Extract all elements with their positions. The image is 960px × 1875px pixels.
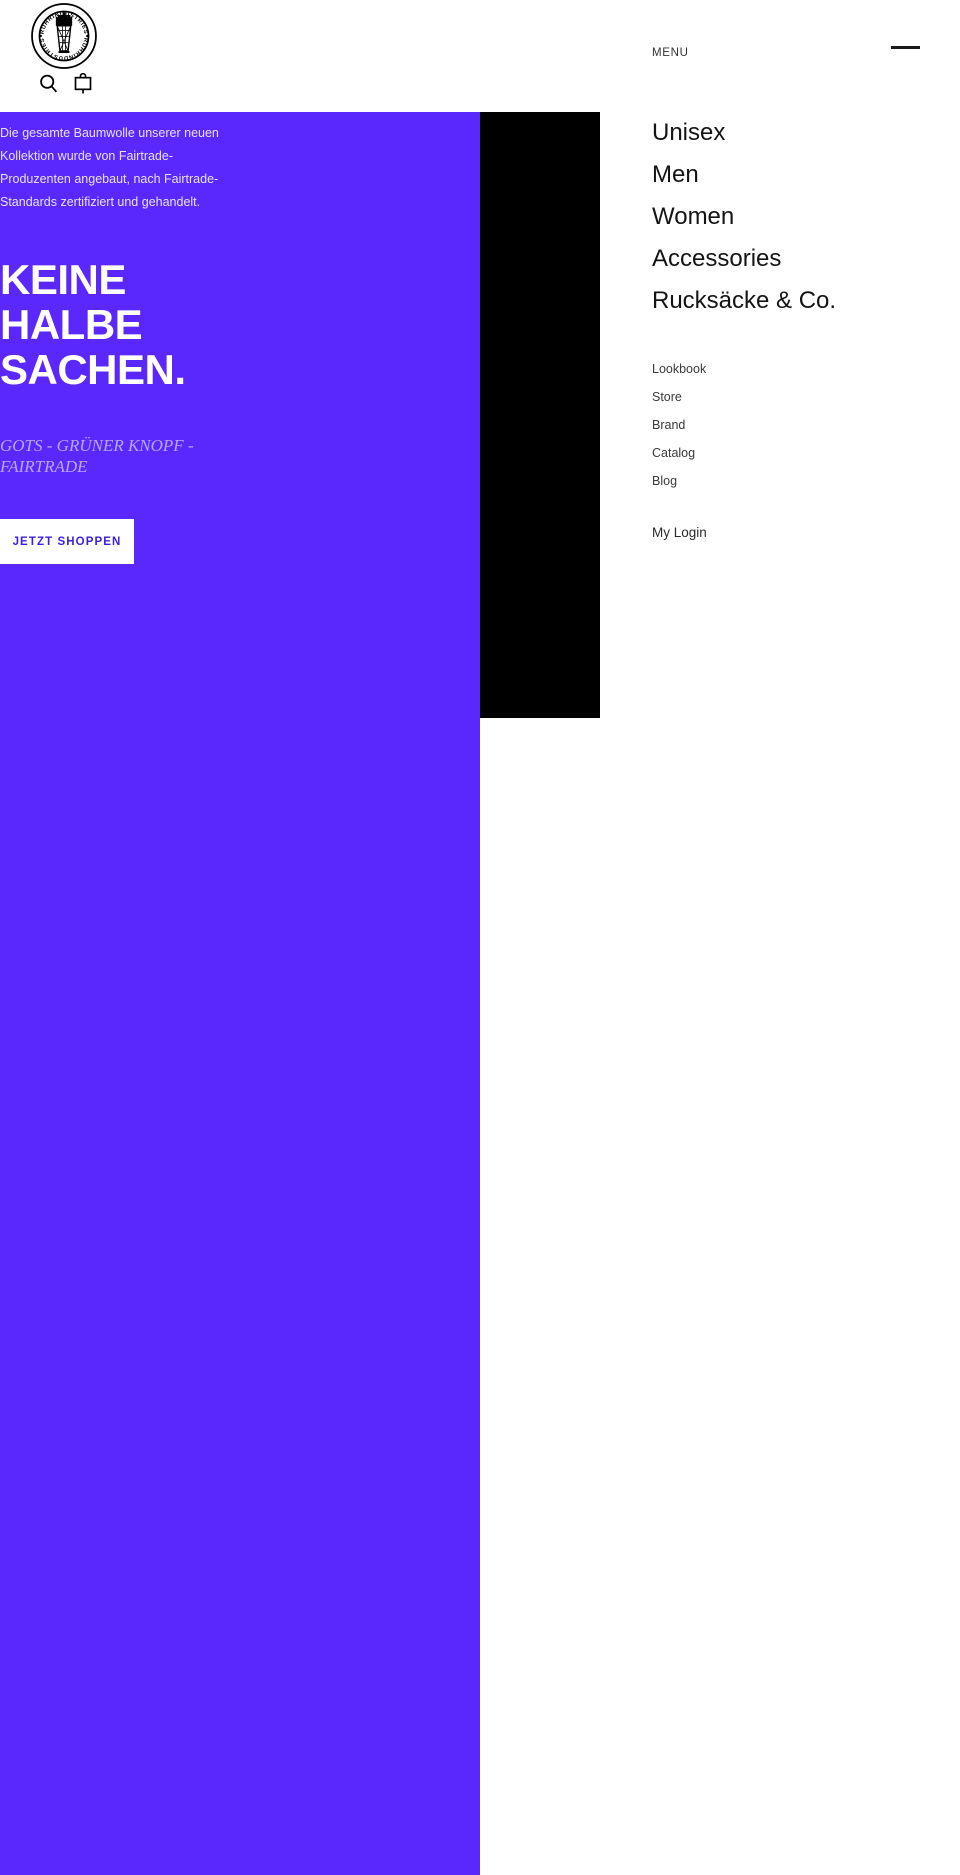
hero-black-panel [480,112,600,718]
site-header: RUHRINDUSTRIES RUHRINDUSTRIES MENU [0,0,960,112]
nav-item-rucksaecke[interactable]: Rucksäcke & Co. [652,280,836,322]
nav-primary-group: Unisex Men Women Accessories Rucksäcke &… [652,112,836,322]
hero-headline: KEINE HALBE SACHEN. [0,255,480,394]
menu-toggle-button[interactable] [891,38,921,58]
shop-now-button[interactable]: JETZT SHOPPEN [0,519,134,565]
nav-item-catalog[interactable]: Catalog [652,439,706,467]
nav-item-my-login[interactable]: My Login [652,522,707,544]
hero-intro-text: Die gesamte Baumwolle unserer neuen Koll… [0,126,219,210]
menu-close-line-icon [891,46,920,49]
nav-item-accessories[interactable]: Accessories [652,238,836,280]
main-navigation-panel: Unisex Men Women Accessories Rucksäcke &… [600,112,960,1875]
search-icon[interactable] [38,73,59,94]
nav-item-men[interactable]: Men [652,154,836,196]
nav-item-blog[interactable]: Blog [652,467,706,495]
hero-tagline: GOTS - GRÜNER KNOPF - FAIRTRADE [0,435,194,476]
hero-headline-line-3: SACHEN. [0,346,186,394]
nav-item-store[interactable]: Store [652,383,706,411]
hero-content: Die gesamte Baumwolle unserer neuen Koll… [0,112,480,565]
page-root: RUHRINDUSTRIES RUHRINDUSTRIES MENU Die g… [0,0,960,1875]
header-utility-icons [38,72,93,95]
ruhrindustries-logo-icon: RUHRINDUSTRIES RUHRINDUSTRIES [31,3,97,69]
hero-headline-line-2: HALBE [0,300,143,348]
nav-item-brand[interactable]: Brand [652,411,706,439]
nav-account-group: My Login [652,522,707,544]
nav-item-lookbook[interactable]: Lookbook [652,355,706,383]
menu-label: MENU [652,47,689,59]
brand-logo-link[interactable]: RUHRINDUSTRIES RUHRINDUSTRIES [30,2,100,70]
nav-item-unisex[interactable]: Unisex [652,112,836,154]
hero-headline-line-1: KEINE [0,255,126,303]
shopping-bag-icon[interactable] [73,72,93,95]
nav-secondary-group: Lookbook Store Brand Catalog Blog [652,355,706,495]
nav-item-women[interactable]: Women [652,196,836,238]
